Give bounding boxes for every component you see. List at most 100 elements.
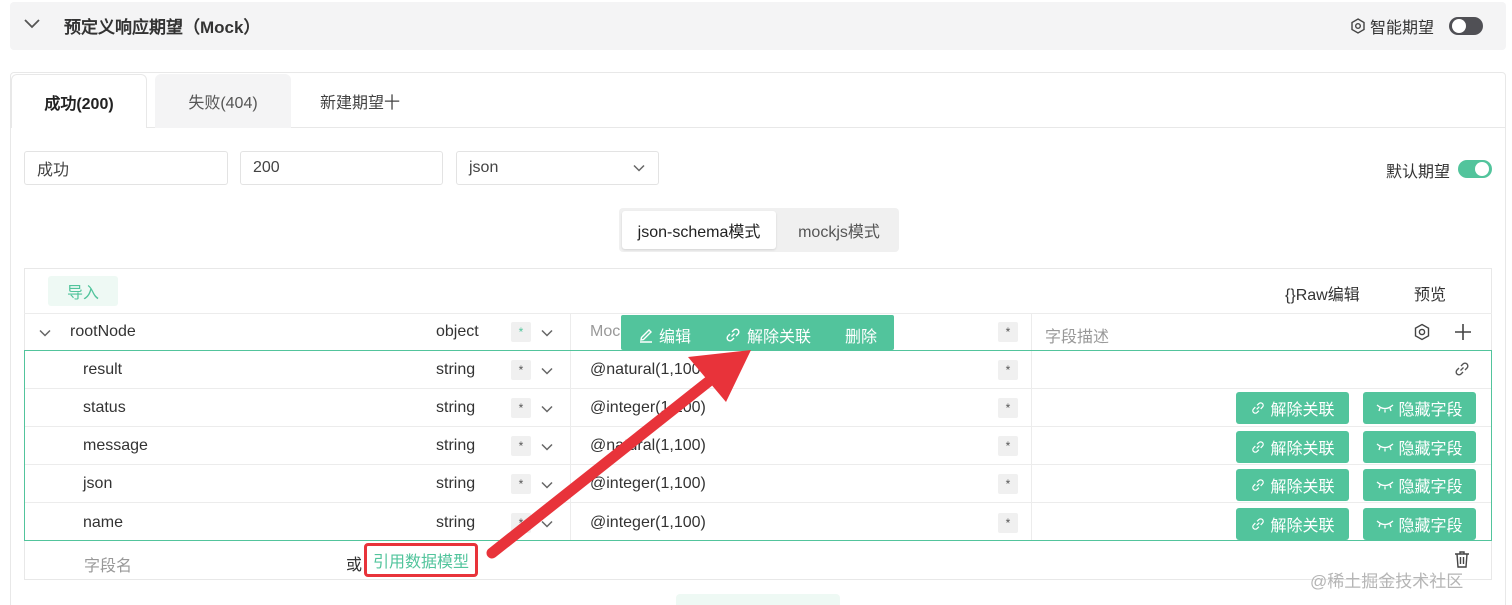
expand-root-icon[interactable]	[37, 325, 53, 341]
field-required-marker[interactable]: *	[511, 474, 531, 494]
popup-delete-label: 删除	[845, 329, 878, 346]
hide-field-label: 隐藏字段	[1398, 479, 1463, 496]
root-required-marker[interactable]: *	[511, 322, 531, 342]
root-action-popup: 编辑 解除关联 删除	[621, 315, 894, 350]
collapse-chevron-icon[interactable]	[22, 14, 42, 34]
default-expectation-toggle[interactable]	[1458, 160, 1492, 178]
generate-example-button[interactable]	[676, 594, 840, 605]
field-type[interactable]: string	[436, 475, 475, 493]
smart-expectation-label: 智能期望	[1370, 20, 1435, 37]
unlink-button[interactable]: 解除关联	[1236, 508, 1349, 540]
field-mock[interactable]: @natural(1,100	[590, 361, 701, 379]
default-expectation-label: 默认期望	[1386, 164, 1451, 181]
link-icon[interactable]	[1453, 360, 1471, 378]
hide-field-label: 隐藏字段	[1398, 441, 1463, 458]
json-schema-mode-button[interactable]: json-schema模式	[622, 211, 776, 249]
unlink-button[interactable]: 解除关联	[1236, 469, 1349, 501]
section-title: 预定义响应期望（Mock）	[64, 18, 261, 37]
field-mock-flag[interactable]: *	[998, 360, 1018, 380]
field-type-chevron-icon[interactable]	[539, 363, 555, 379]
link-icon	[1252, 518, 1265, 530]
expectation-name-input[interactable]: 成功	[24, 151, 228, 185]
root-settings-icon[interactable]	[1413, 323, 1431, 341]
unlink-button[interactable]: 解除关联	[1236, 392, 1349, 424]
popup-edit-label: 编辑	[659, 329, 692, 346]
field-mock[interactable]: @natural(1,100)	[590, 437, 706, 455]
field-mock-flag[interactable]: *	[998, 436, 1018, 456]
eye-closed-icon	[1377, 481, 1394, 490]
smart-expectation[interactable]: 智能期望	[1350, 14, 1434, 38]
field-type-chevron-icon[interactable]	[539, 401, 555, 417]
hide-field-button[interactable]: 隐藏字段	[1363, 469, 1476, 501]
field-type[interactable]: string	[436, 399, 475, 417]
add-child-icon[interactable]	[1453, 322, 1473, 342]
field-name[interactable]: status	[83, 399, 126, 417]
field-mock[interactable]: @integer(1,100)	[590, 514, 706, 532]
root-node-type[interactable]: object	[436, 323, 479, 341]
unlink-label: 解除关联	[1270, 518, 1335, 535]
popup-unlink[interactable]: 解除关联	[724, 323, 811, 347]
or-label: 或	[346, 557, 363, 574]
mockjs-mode-button[interactable]: mockjs模式	[782, 211, 896, 249]
field-type-chevron-icon[interactable]	[539, 439, 555, 455]
popup-unlink-label: 解除关联	[747, 329, 812, 346]
field-name[interactable]: message	[83, 437, 148, 455]
preview-button[interactable]: 预览	[1414, 281, 1446, 305]
reference-data-model-link[interactable]: 引用数据模型	[364, 543, 478, 577]
row-divider	[24, 313, 1492, 314]
unlink-label: 解除关联	[1270, 479, 1335, 496]
status-code-input[interactable]: 200	[240, 151, 443, 185]
link-icon	[1252, 479, 1265, 491]
field-name[interactable]: result	[83, 361, 122, 379]
root-mock-flag[interactable]: *	[998, 322, 1018, 342]
root-node-name[interactable]: rootNode	[70, 323, 136, 341]
content-type-value: json	[469, 159, 499, 176]
hide-field-button[interactable]: 隐藏字段	[1363, 431, 1476, 463]
field-required-marker[interactable]: *	[511, 513, 531, 533]
link-icon	[1252, 441, 1265, 453]
field-required-marker[interactable]: *	[511, 398, 531, 418]
eye-closed-icon	[1377, 443, 1394, 452]
popup-edit[interactable]: 编辑	[638, 323, 691, 347]
hide-field-button[interactable]: 隐藏字段	[1363, 392, 1476, 424]
content-type-select[interactable]: json	[456, 151, 659, 185]
hide-field-button[interactable]: 隐藏字段	[1363, 508, 1476, 540]
chevron-down-icon	[633, 164, 645, 172]
field-type[interactable]: string	[436, 514, 475, 532]
field-mock-flag[interactable]: *	[998, 513, 1018, 533]
tab-new-expectation[interactable]: 新建期望十	[300, 74, 420, 128]
root-mock-input[interactable]: Moc	[590, 323, 620, 341]
unlink-label: 解除关联	[1270, 402, 1335, 419]
root-description-input[interactable]: 字段描述	[1045, 323, 1109, 347]
trash-icon[interactable]	[1452, 549, 1472, 569]
hide-field-label: 隐藏字段	[1398, 402, 1463, 419]
field-name[interactable]: json	[83, 475, 112, 493]
field-mock-flag[interactable]: *	[998, 398, 1018, 418]
pencil-icon	[640, 329, 652, 343]
smart-expectation-toggle[interactable]	[1449, 17, 1483, 35]
link-icon	[726, 328, 740, 342]
field-mock[interactable]: @integer(1,100)	[590, 475, 706, 493]
field-required-marker[interactable]: *	[511, 360, 531, 380]
field-name[interactable]: name	[83, 514, 123, 532]
unlink-button[interactable]: 解除关联	[1236, 431, 1349, 463]
field-mock-flag[interactable]: *	[998, 474, 1018, 494]
tab-fail[interactable]: 失败(404)	[155, 74, 291, 128]
field-type-chevron-icon[interactable]	[539, 516, 555, 532]
tab-success[interactable]: 成功(200)	[11, 74, 147, 128]
popup-delete[interactable]: 删除	[845, 323, 877, 347]
new-field-name-input[interactable]: 字段名	[84, 552, 132, 576]
raw-edit-button[interactable]: {}Raw编辑	[1285, 281, 1360, 305]
link-icon	[1252, 402, 1265, 414]
watermark: @稀土掘金技术社区	[1310, 572, 1464, 591]
unlink-label: 解除关联	[1270, 441, 1335, 458]
field-type[interactable]: string	[436, 437, 475, 455]
import-button[interactable]: 导入	[48, 276, 118, 306]
eye-closed-icon	[1377, 404, 1394, 413]
field-mock[interactable]: @integer(1,100)	[590, 399, 706, 417]
eye-closed-icon	[1377, 520, 1394, 529]
field-type-chevron-icon[interactable]	[539, 477, 555, 493]
root-type-chevron-icon[interactable]	[539, 325, 555, 341]
field-required-marker[interactable]: *	[511, 436, 531, 456]
field-type[interactable]: string	[436, 361, 475, 379]
